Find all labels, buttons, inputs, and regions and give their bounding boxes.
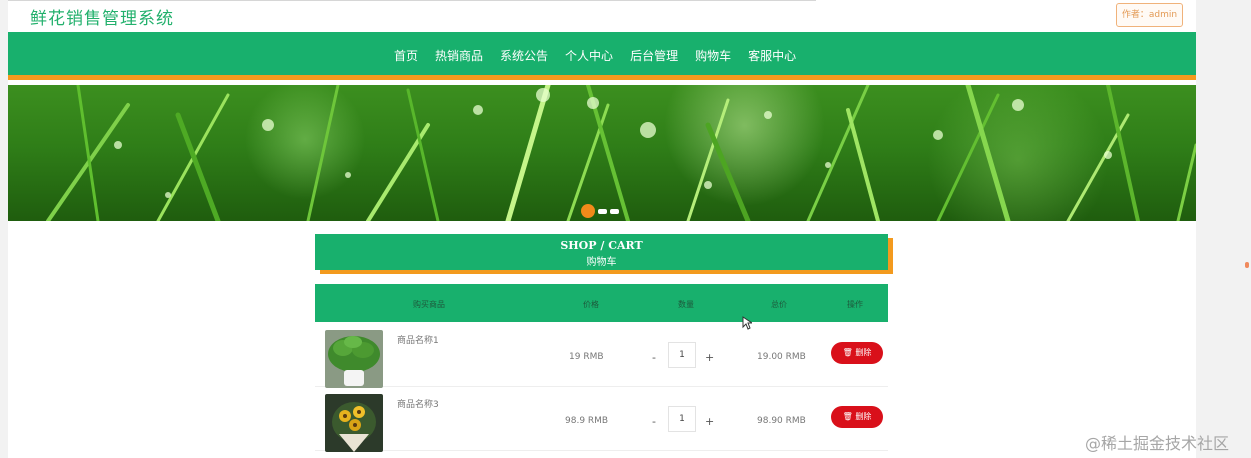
carousel-dot[interactable] [598, 208, 607, 214]
nav-item-customer-service[interactable]: 客服中心 [748, 47, 796, 64]
watermark: @稀土掘金技术社区 [1085, 434, 1230, 453]
quantity-input[interactable]: 1 [668, 342, 696, 368]
mouse-cursor-icon [742, 316, 752, 330]
column-header-total: 总价 [771, 300, 787, 309]
top-bar: 鲜花销售管理系统 作者：admin [8, 0, 1196, 32]
scroll-indicator [1245, 262, 1249, 268]
quantity-input[interactable]: 1 [668, 406, 696, 432]
nav-item-announcements[interactable]: 系统公告 [500, 47, 548, 64]
banner-carousel[interactable] [8, 85, 1196, 221]
trash-icon: 🗑 [842, 412, 856, 421]
column-header-product: 购买商品 [413, 300, 445, 309]
cart-heading-zh: 购物车 [586, 257, 617, 268]
table-row: 商品名称1 19 RMB - 1 + 19.00 RMB 🗑 删除 [315, 325, 888, 388]
delete-button[interactable]: 🗑 删除 [831, 342, 883, 364]
page: 鲜花销售管理系统 作者：admin 首页 热销商品 系统公告 个人中心 后台管理… [8, 0, 1196, 458]
product-name[interactable]: 商品名称1 [397, 333, 439, 346]
cart-table-header: 购买商品 价格 数量 总价 操作 [315, 284, 888, 322]
banner-grass-image [46, 85, 1196, 221]
nav-item-admin[interactable]: 后台管理 [630, 47, 678, 64]
trash-icon: 🗑 [842, 348, 856, 357]
top-divider [8, 0, 816, 1]
row-total: 98.90 RMB [757, 416, 806, 426]
delete-label: 删除 [855, 348, 872, 357]
product-price: 98.9 RMB [565, 416, 609, 426]
nav-item-personal-center[interactable]: 个人中心 [565, 47, 613, 64]
quantity-increase-button[interactable]: + [705, 415, 714, 428]
delete-button[interactable]: 🗑 删除 [831, 406, 883, 428]
nav-item-hot-products[interactable]: 热销商品 [435, 47, 483, 64]
nav-item-cart[interactable]: 购物车 [695, 47, 731, 64]
product-image[interactable] [325, 394, 383, 452]
table-row: 商品名称3 98.9 RMB - 1 + 98.90 RMB 🗑 删除 [315, 389, 888, 452]
cart-heading-en: SHOP / CART [560, 239, 643, 252]
column-header-action: 操作 [847, 300, 863, 309]
quantity-decrease-button[interactable]: - [652, 351, 656, 364]
quantity-increase-button[interactable]: + [705, 351, 714, 364]
column-header-price: 价格 [583, 300, 599, 309]
user-badge-button[interactable]: 作者：admin [1116, 3, 1183, 27]
main-nav: 首页 热销商品 系统公告 个人中心 后台管理 购物车 客服中心 [8, 32, 1196, 80]
column-header-quantity: 数量 [678, 300, 694, 309]
product-image[interactable] [325, 330, 383, 388]
carousel-indicators [581, 204, 619, 218]
product-price: 19 RMB [569, 352, 604, 362]
delete-label: 删除 [855, 412, 872, 421]
site-title: 鲜花销售管理系统 [30, 9, 174, 29]
product-name[interactable]: 商品名称3 [397, 397, 439, 410]
carousel-dot-active[interactable] [581, 204, 595, 218]
cart-heading: SHOP / CART 购物车 [315, 234, 888, 270]
row-total: 19.00 RMB [757, 352, 806, 362]
quantity-decrease-button[interactable]: - [652, 415, 656, 428]
carousel-dot[interactable] [610, 208, 619, 214]
nav-item-home[interactable]: 首页 [394, 47, 418, 64]
